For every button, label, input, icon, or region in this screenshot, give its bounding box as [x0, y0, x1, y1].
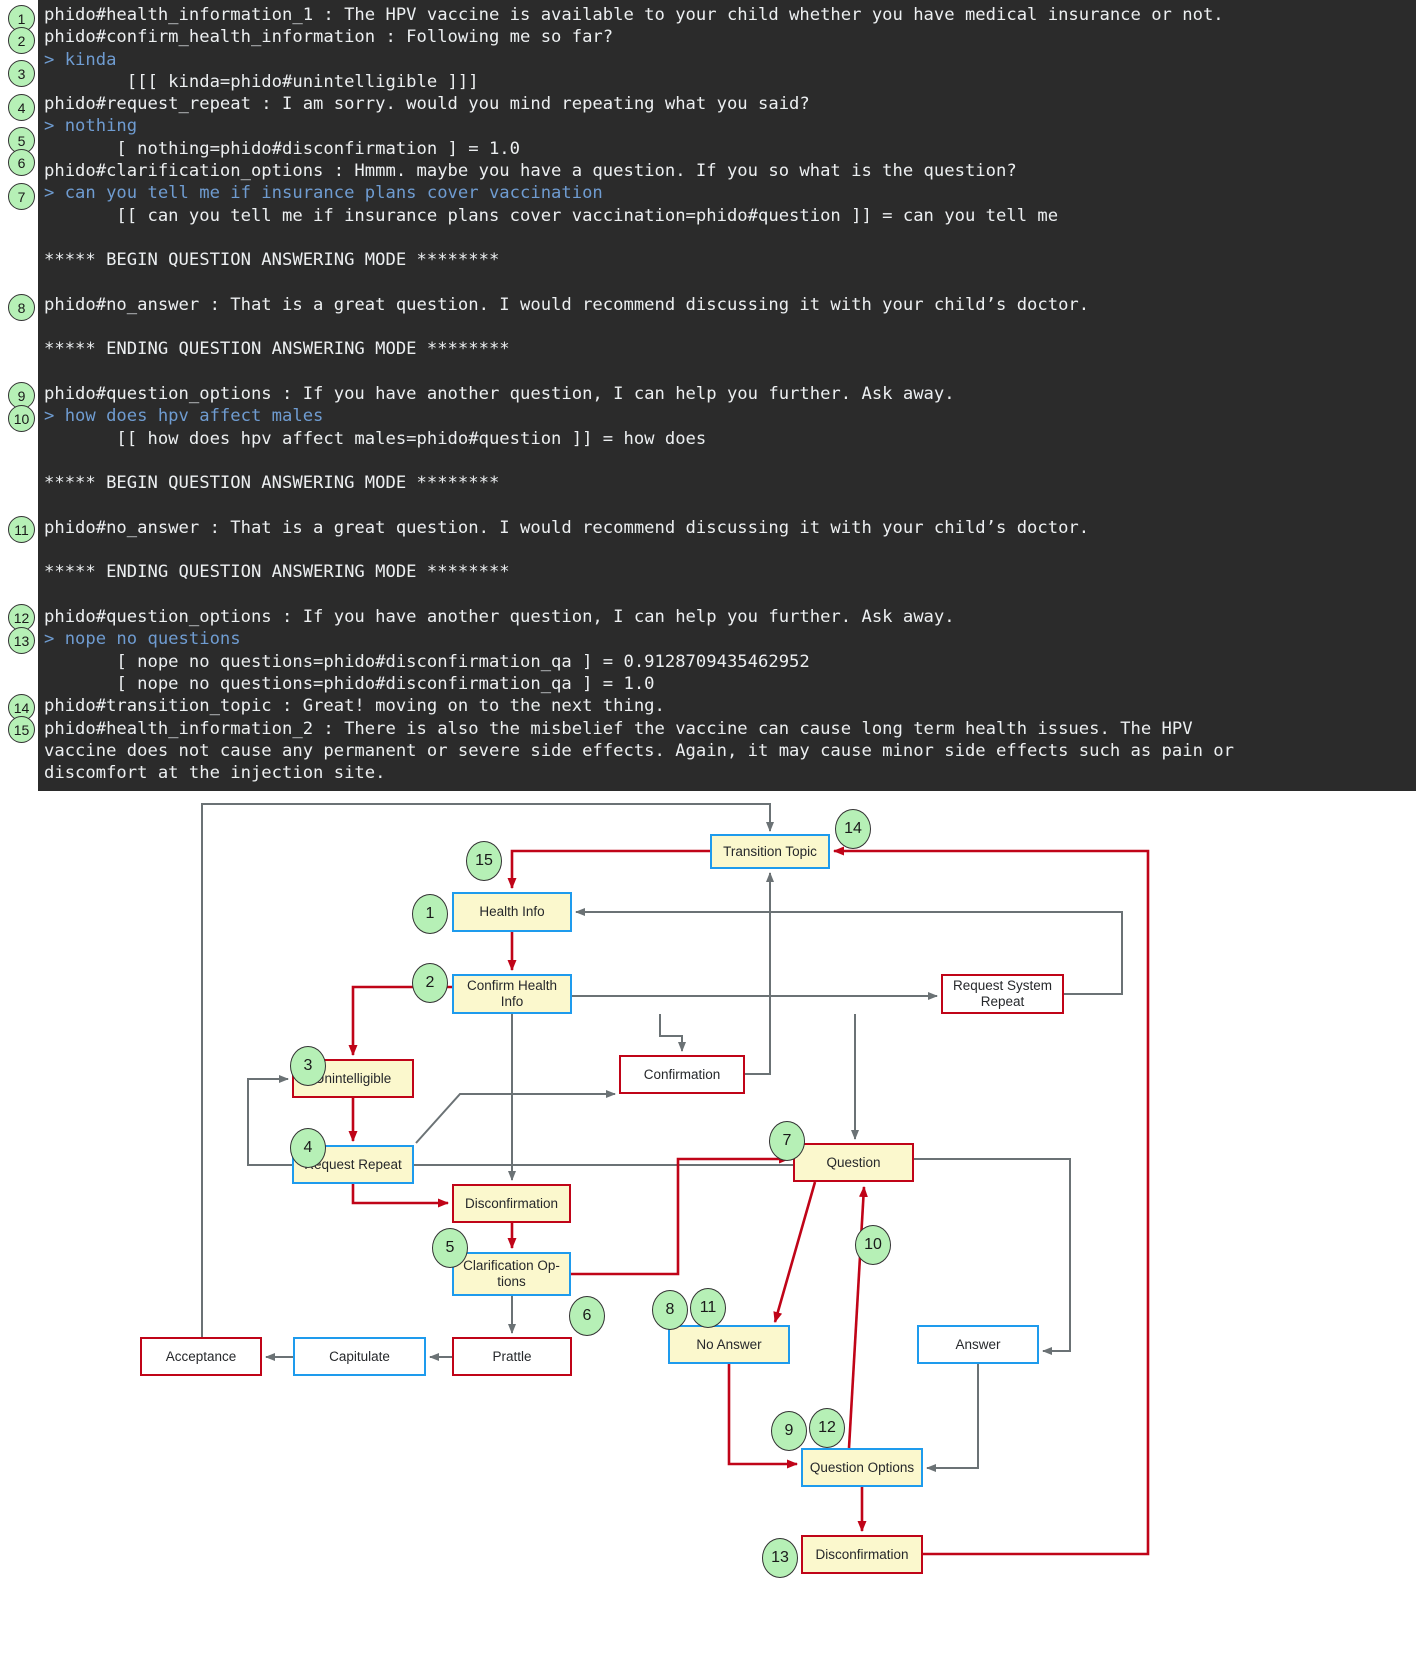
terminal-line: phido#health_information_1 : The HPV vac… — [44, 5, 1224, 25]
terminal-line: phido#health_information_2 : There is al… — [44, 718, 1193, 739]
terminal-line: ***** BEGIN QUESTION ANSWERING MODE ****… — [44, 250, 500, 271]
diagram-step-badge-14: 14 — [835, 809, 871, 849]
transcript-step-badge-6: 6 — [8, 149, 35, 176]
terminal-line: > can you tell me if insurance plans cov… — [44, 183, 603, 204]
terminal-line: [ nope no questions=phido#disconfirmatio… — [44, 651, 810, 672]
diagram-step-badge-1: 1 — [412, 894, 448, 934]
diagram-step-badge-2: 2 — [412, 963, 448, 1003]
transcript-step-badge-13: 13 — [8, 627, 35, 654]
diagram-node-no_answer[interactable]: No Answer — [668, 1325, 790, 1364]
terminal-line: > how does hpv affect males — [44, 406, 324, 427]
diagram-step-badge-6: 6 — [569, 1296, 605, 1336]
transcript-step-badge-2: 2 — [8, 27, 35, 54]
terminal-line: > nothing — [44, 116, 138, 137]
terminal-line: discomfort at the injection site. — [44, 763, 386, 784]
diagram-step-badge-15: 15 — [466, 841, 502, 881]
diagram-step-badge-9: 9 — [771, 1411, 807, 1451]
diagram-step-badge-11: 11 — [690, 1288, 726, 1328]
diagram-node-transition_topic[interactable]: Transition Topic — [710, 834, 830, 869]
diagram-node-confirmation[interactable]: Confirmation — [619, 1055, 745, 1094]
terminal-line: phido#no_answer : That is a great questi… — [44, 517, 1090, 538]
terminal-line: phido#question_options : If you have ano… — [44, 607, 955, 628]
diagram-step-badge-12: 12 — [809, 1408, 845, 1448]
diagram-step-badge-3: 3 — [290, 1046, 326, 1086]
terminal-line: > nope no questions — [44, 629, 241, 650]
terminal-line: phido#clarification_options : Hmmm. mayb… — [44, 161, 1017, 182]
diagram-step-badge-4: 4 — [290, 1128, 326, 1168]
terminal-line: phido#confirm_health_information : Follo… — [44, 27, 614, 48]
terminal-line: vaccine does not cause any permanent or … — [44, 740, 1234, 761]
terminal-line: ***** BEGIN QUESTION ANSWERING MODE ****… — [44, 473, 500, 494]
terminal-line: [[ can you tell me if insurance plans co… — [44, 205, 1059, 226]
terminal-line: [[[ kinda=phido#unintelligible ]]] — [44, 71, 479, 92]
state-machine-diagram: Transition Topic Health Info Confirm Healt… — [0, 791, 1416, 1671]
terminal-line: phido#request_repeat : I am sorry. would… — [44, 94, 810, 115]
diagram-node-question_options[interactable]: Question Options — [801, 1448, 923, 1487]
diagram-node-acceptance[interactable]: Acceptance — [140, 1337, 262, 1376]
transcript-step-badge-11: 11 — [8, 516, 35, 543]
diagram-step-badge-5: 5 — [432, 1228, 468, 1268]
transcript-step-badge-3: 3 — [8, 60, 35, 87]
diagram-node-disconfirmation_2[interactable]: Disconfirmation — [801, 1535, 923, 1574]
diagram-edges — [201, 803, 1150, 1556]
diagram-step-badge-13: 13 — [762, 1538, 798, 1578]
terminal-line: [ nothing=phido#disconfirmation ] = 1.0 — [44, 138, 520, 159]
diagram-node-question[interactable]: Question — [793, 1143, 914, 1182]
diagram-node-health_info[interactable]: Health Info — [452, 892, 572, 932]
diagram-step-badge-7: 7 — [769, 1121, 805, 1161]
terminal-transcript[interactable]: phido#health_information_1 : The HPV vac… — [38, 0, 1416, 791]
diagram-node-disconfirmation_1[interactable]: Disconfirmation — [452, 1184, 571, 1223]
diagram-node-capitulate[interactable]: Capitulate — [293, 1337, 426, 1376]
diagram-node-answer[interactable]: Answer — [917, 1325, 1039, 1364]
terminal-line: phido#no_answer : That is a great questi… — [44, 294, 1090, 315]
diagram-node-prattle[interactable]: Prattle — [452, 1337, 572, 1376]
terminal-line: [[ how does hpv affect males=phido#quest… — [44, 428, 707, 449]
diagram-step-badge-8: 8 — [652, 1290, 688, 1330]
diagram-step-badge-10: 10 — [855, 1225, 891, 1265]
transcript-step-badge-8: 8 — [8, 294, 35, 321]
transcript-step-badge-7: 7 — [8, 183, 35, 210]
terminal-line: > kinda — [44, 49, 117, 70]
transcript-step-badge-15: 15 — [8, 716, 35, 743]
transcript-step-badge-10: 10 — [8, 405, 35, 432]
terminal-line: phido#transition_topic : Great! moving o… — [44, 696, 665, 717]
diagram-node-request_sys_repeat[interactable]: Request System Repeat — [941, 974, 1064, 1014]
transcript-step-badge-4: 4 — [8, 94, 35, 121]
terminal-line: ***** ENDING QUESTION ANSWERING MODE ***… — [44, 562, 510, 583]
diagram-node-clarification_opts[interactable]: Clarification Op-tions — [452, 1252, 571, 1296]
page-root: phido#health_information_1 : The HPV vac… — [0, 0, 1416, 1671]
terminal-line: ***** ENDING QUESTION ANSWERING MODE ***… — [44, 339, 510, 360]
terminal-line: [ nope no questions=phido#disconfirmatio… — [44, 673, 655, 694]
diagram-node-confirm_health[interactable]: Confirm Health Info — [452, 974, 572, 1014]
terminal-line: phido#question_options : If you have ano… — [44, 384, 955, 405]
